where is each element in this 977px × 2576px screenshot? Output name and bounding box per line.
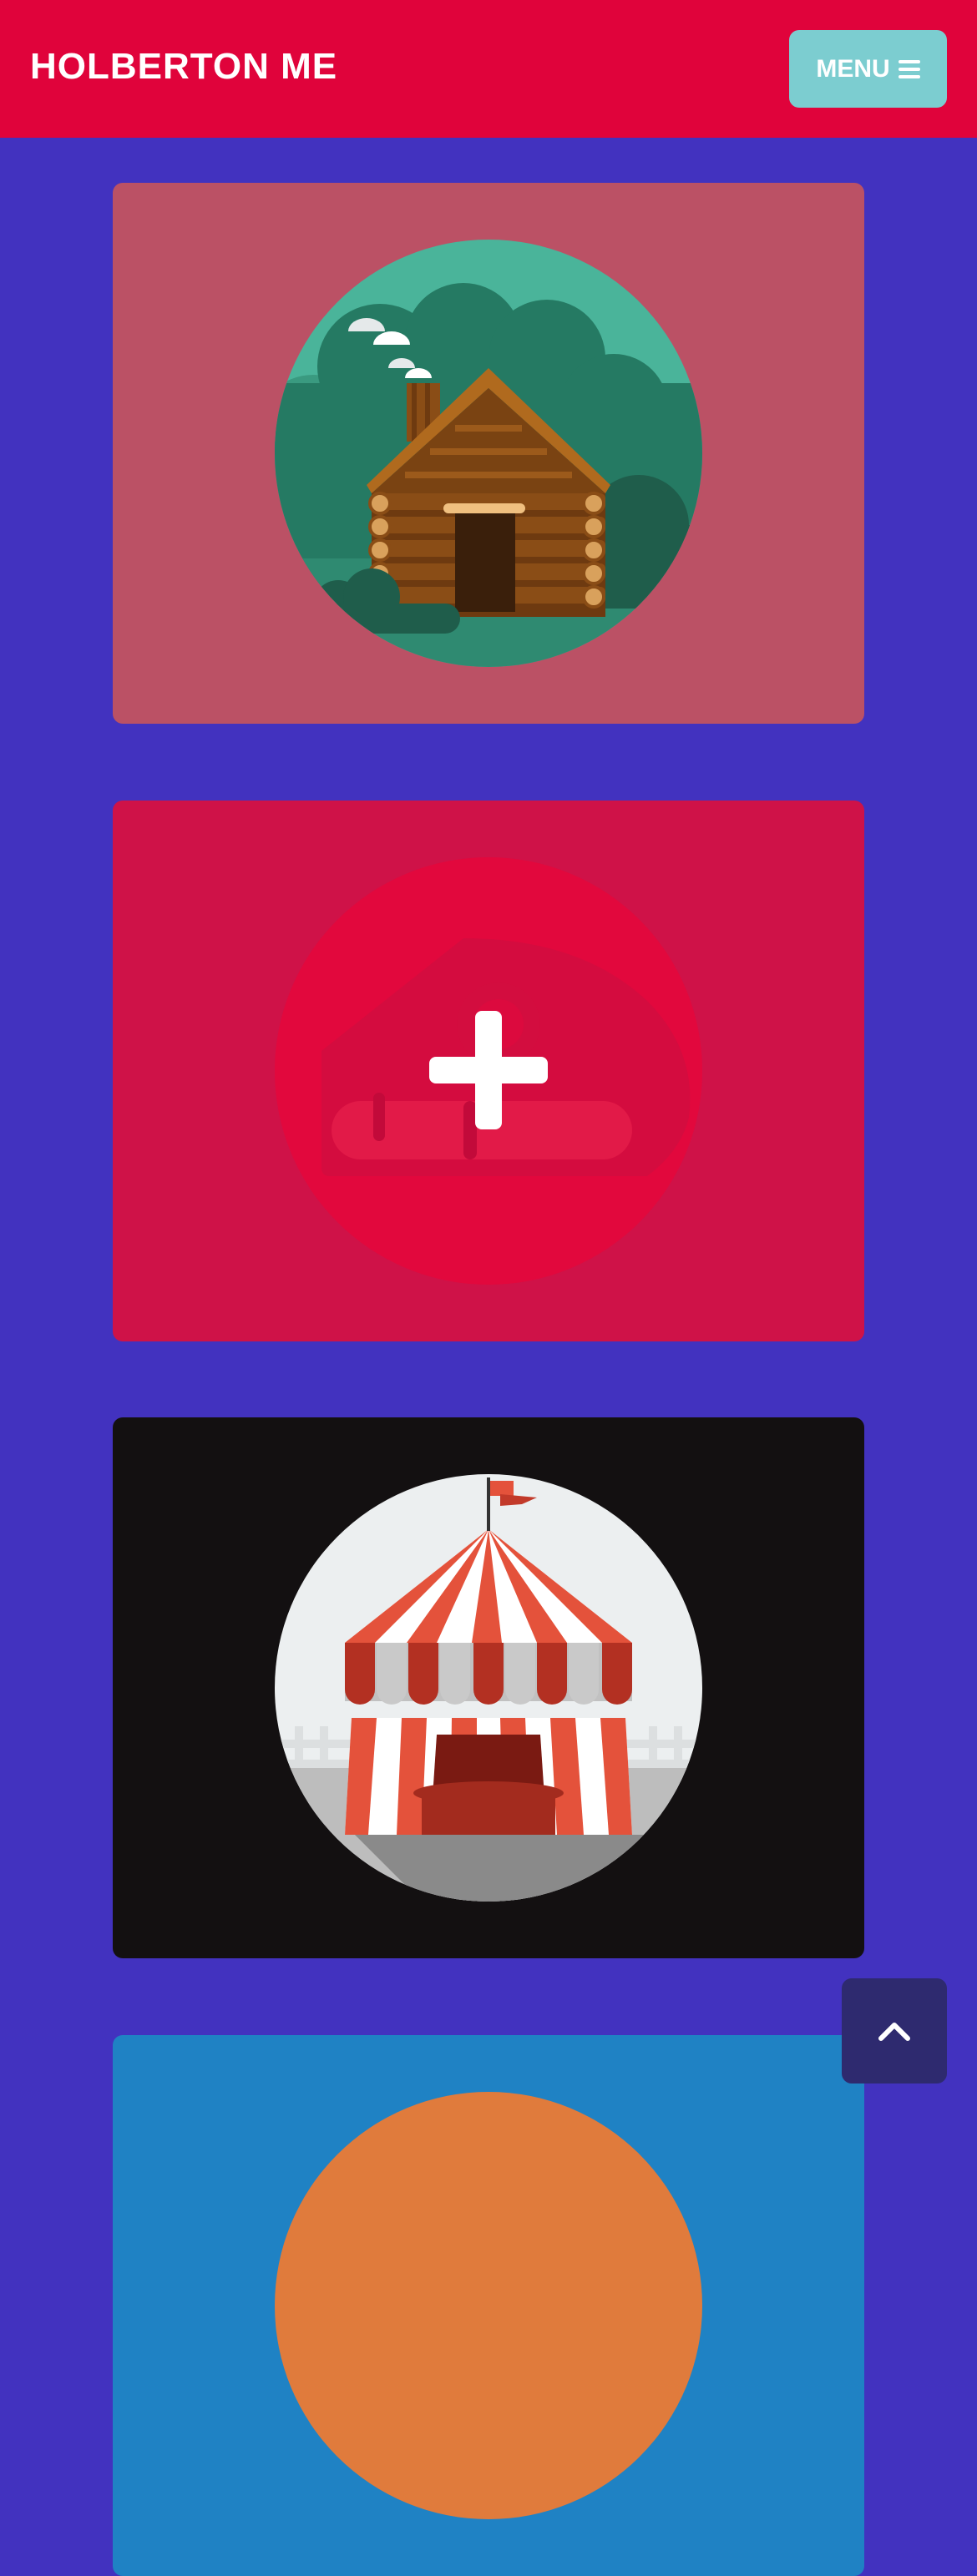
hamburger-icon bbox=[898, 59, 920, 78]
card-circus[interactable] bbox=[113, 1417, 864, 1958]
menu-label: MENU bbox=[816, 54, 890, 83]
card-cabin[interactable] bbox=[113, 183, 864, 724]
card-add-art bbox=[275, 857, 702, 1285]
card-partial[interactable] bbox=[113, 2035, 864, 2576]
brand-title[interactable]: HOLBERTON ME bbox=[30, 42, 337, 92]
card-add[interactable] bbox=[113, 801, 864, 1341]
circus-tent-illustration bbox=[275, 1474, 702, 1902]
chevron-up-icon bbox=[878, 2023, 910, 2041]
sun-illustration bbox=[275, 2092, 702, 2519]
log-cabin-illustration bbox=[275, 240, 702, 667]
site-header: HOLBERTON ME MENU bbox=[0, 0, 977, 138]
menu-button[interactable]: MENU bbox=[789, 30, 947, 108]
scroll-to-top-button[interactable] bbox=[842, 1978, 947, 2084]
